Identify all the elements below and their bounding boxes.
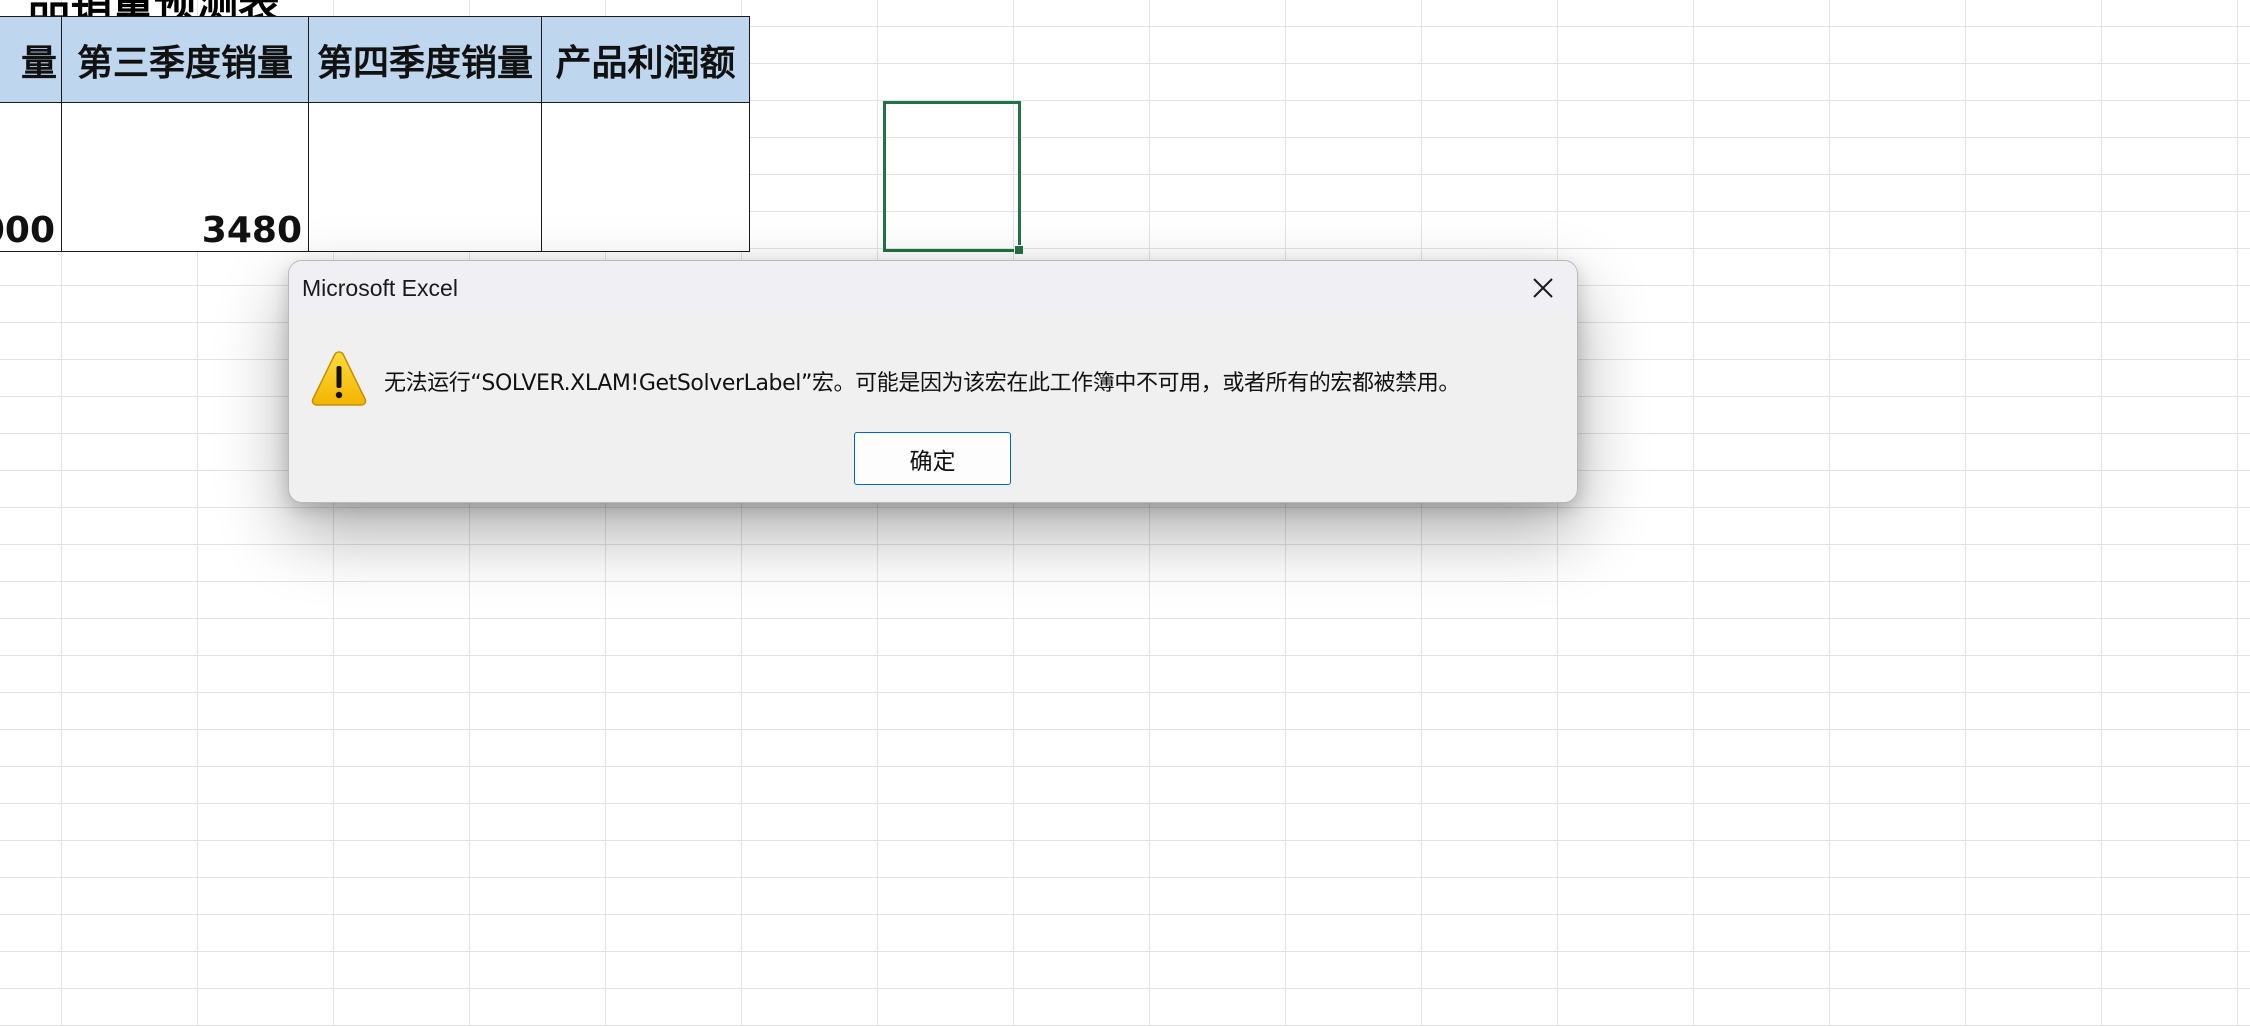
dialog-message: 无法运行“SOLVER.XLAM!GetSolverLabel”宏。可能是因为该…	[384, 371, 1460, 396]
header-cell-q2-sales[interactable]: 量	[0, 16, 62, 103]
header-cell-q4-sales[interactable]: 第四季度销量	[308, 16, 542, 103]
ok-button[interactable]: 确定	[854, 432, 1011, 485]
cell-profit[interactable]	[541, 102, 750, 252]
header-cell-profit[interactable]: 产品利润额	[541, 16, 750, 103]
close-icon	[1533, 278, 1553, 298]
dialog-title: Microsoft Excel	[302, 275, 458, 301]
error-dialog: Microsoft Excel 无法运行“SOLVER.XLAM!GetSolv…	[288, 260, 1578, 503]
selected-cell[interactable]	[883, 101, 1024, 255]
dialog-titlebar[interactable]: Microsoft Excel	[289, 261, 1577, 315]
cell-q4-sales[interactable]	[308, 102, 542, 252]
cell-q2-sales[interactable]: 000	[0, 102, 62, 252]
close-button[interactable]	[1519, 268, 1567, 308]
fill-handle[interactable]	[1014, 245, 1024, 255]
warning-icon	[311, 351, 367, 406]
header-cell-q3-sales[interactable]: 第三季度销量	[61, 16, 309, 103]
cell-q3-sales[interactable]: 3480	[61, 102, 309, 252]
